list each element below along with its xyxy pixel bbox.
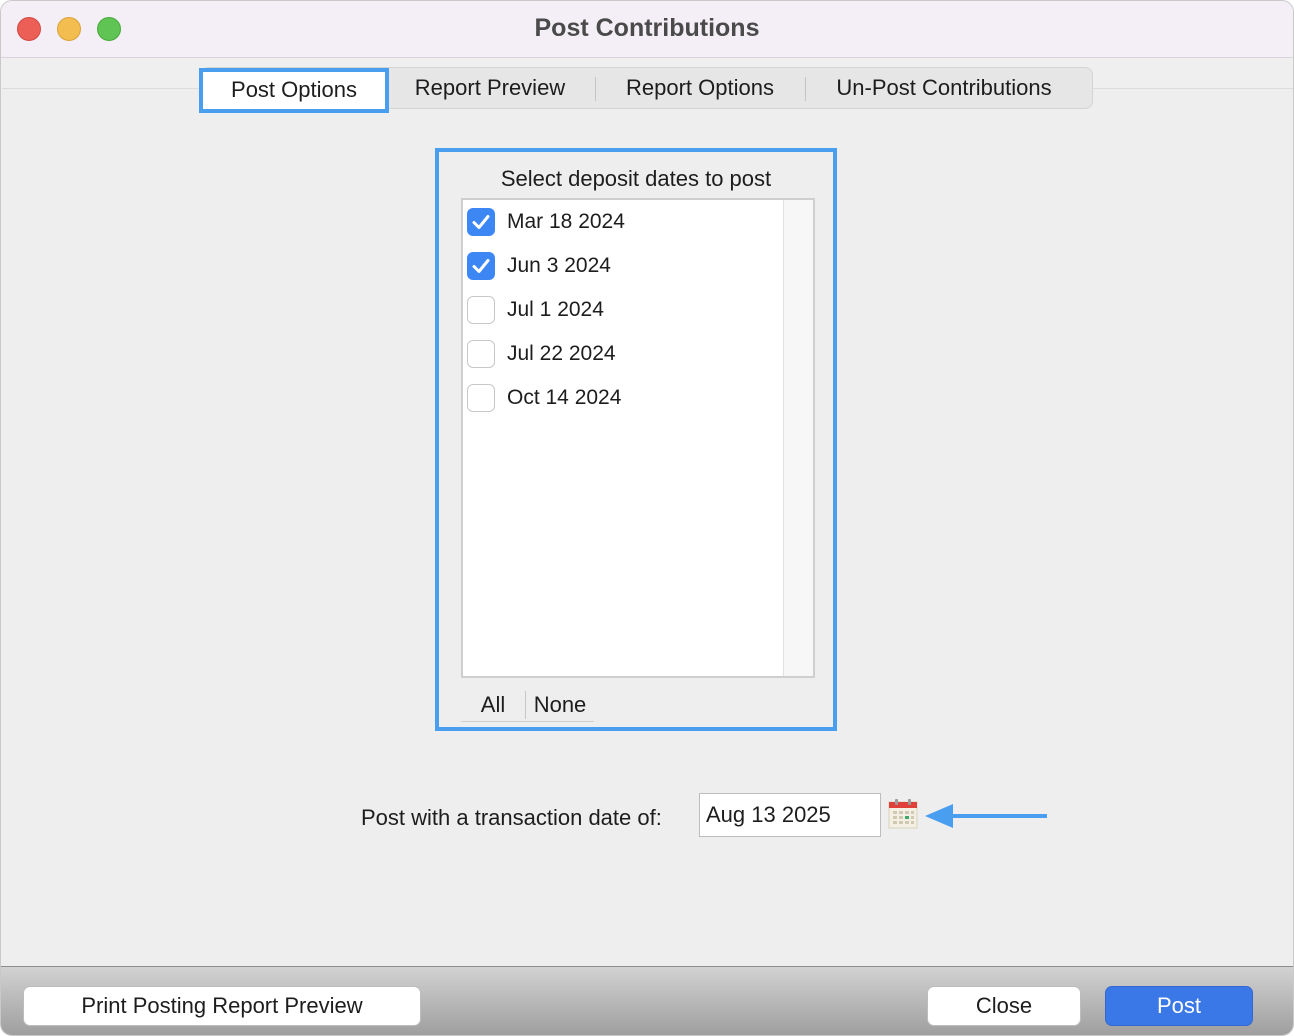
tab-post-options[interactable]: Post Options — [199, 68, 389, 113]
tab-report-options[interactable]: Report Options — [605, 67, 795, 109]
deposit-dates-group: Select deposit dates to post Mar 18 2024… — [435, 148, 837, 731]
footer-bar: Print Posting Report Preview Close Post — [1, 966, 1293, 1035]
list-item[interactable]: Jul 1 2024 — [467, 294, 604, 326]
list-item[interactable]: Mar 18 2024 — [467, 206, 625, 238]
list-item[interactable]: Jun 3 2024 — [467, 250, 611, 282]
select-all-button[interactable]: All — [461, 688, 525, 721]
select-none-button[interactable]: None — [526, 688, 594, 721]
tab-separator — [595, 77, 596, 101]
arrow-annotation-icon — [925, 800, 1049, 832]
checkmark-icon — [472, 259, 490, 273]
deposit-checkbox-0[interactable] — [467, 208, 495, 236]
tab-report-preview[interactable]: Report Preview — [393, 67, 587, 109]
select-all-none-control: All None — [461, 688, 594, 722]
list-scrollbar[interactable] — [783, 200, 813, 676]
deposit-checkbox-4[interactable] — [467, 384, 495, 412]
transaction-date-input[interactable] — [699, 793, 881, 837]
deposit-checkbox-1[interactable] — [467, 252, 495, 280]
deposit-date-label: Jun 3 2024 — [507, 254, 611, 277]
deposit-date-label: Jul 1 2024 — [507, 298, 604, 321]
tab-un-post-contributions[interactable]: Un-Post Contributions — [813, 67, 1075, 109]
window-title: Post Contributions — [534, 14, 760, 42]
deposit-dates-title: Select deposit dates to post — [500, 166, 772, 191]
title-bar: Post Contributions — [1, 1, 1293, 58]
deposit-date-label: Mar 18 2024 — [507, 210, 625, 233]
transaction-date-label: Post with a transaction date of: — [361, 805, 662, 830]
close-button[interactable]: Close — [927, 986, 1081, 1026]
list-item[interactable]: Jul 22 2024 — [467, 338, 616, 370]
print-posting-report-preview-button[interactable]: Print Posting Report Preview — [23, 986, 421, 1026]
list-item[interactable]: Oct 14 2024 — [467, 382, 621, 414]
deposit-checkbox-2[interactable] — [467, 296, 495, 324]
checkmark-icon — [472, 215, 490, 229]
deposit-dates-list[interactable]: Mar 18 2024 Jun 3 2024 Jul 1 2024 Jul 22… — [461, 198, 815, 678]
deposit-checkbox-3[interactable] — [467, 340, 495, 368]
calendar-icon[interactable] — [887, 798, 919, 830]
deposit-date-label: Oct 14 2024 — [507, 386, 622, 409]
deposit-date-label: Jul 22 2024 — [507, 342, 616, 365]
post-button[interactable]: Post — [1105, 986, 1253, 1026]
tab-separator — [805, 77, 806, 101]
post-contributions-window: Post Contributions Post Options Report P… — [0, 0, 1294, 1036]
